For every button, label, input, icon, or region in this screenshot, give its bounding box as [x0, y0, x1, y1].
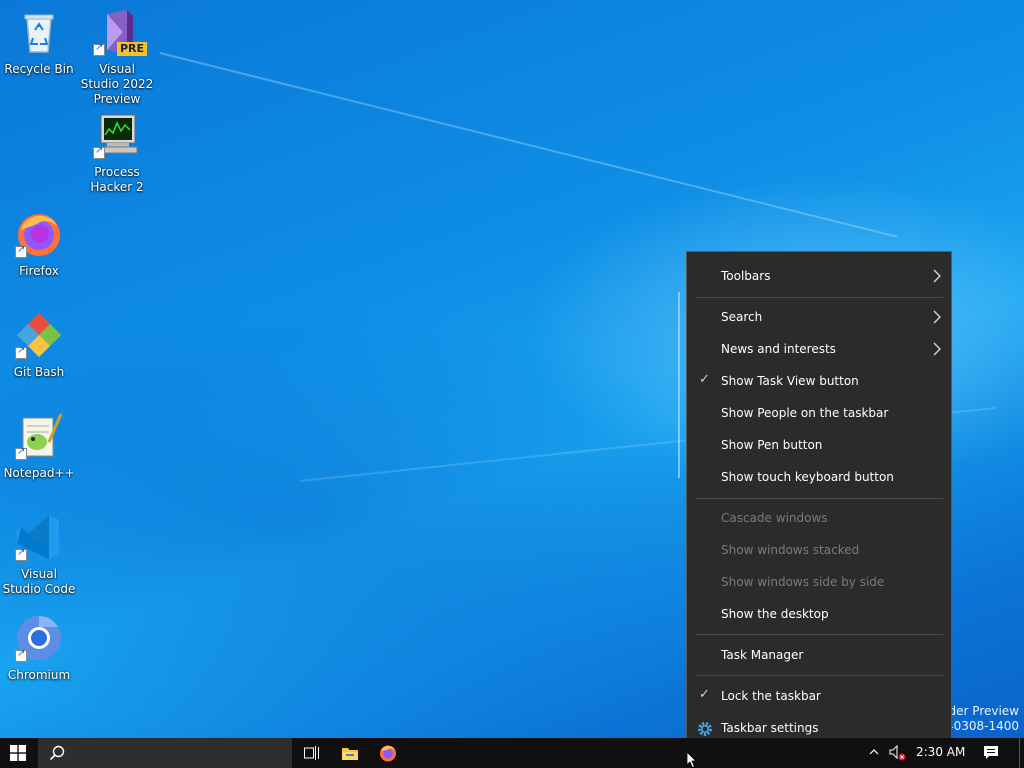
desktop-icon-chromium[interactable]: Chromium	[1, 614, 77, 683]
mouse-cursor-icon	[687, 752, 697, 768]
desktop-icon-label: Chromium	[7, 668, 71, 682]
menu-item-label: Lock the taskbar	[721, 689, 821, 703]
clock[interactable]: 2:30 AM	[916, 745, 965, 759]
menu-item-label: Taskbar settings	[721, 721, 819, 735]
show-hidden-icons-button[interactable]	[864, 738, 884, 768]
menu-item-label: Show the desktop	[721, 607, 829, 621]
firefox-icon	[380, 745, 396, 762]
menu-item-news-and-interests[interactable]: News and interests	[687, 335, 951, 365]
wallpaper-light-beam	[159, 52, 898, 238]
shortcut-arrow-icon	[93, 145, 105, 159]
show-desktop-strip[interactable]	[1019, 738, 1024, 768]
desktop-icon-notepad-plus-plus[interactable]: Notepad++	[1, 412, 77, 481]
menu-item-lock-the-taskbar[interactable]: ✓ Lock the taskbar	[687, 682, 951, 712]
desktop-icon-label: Visual Studio 2022 Preview	[80, 62, 154, 106]
desktop-icon-vscode[interactable]: Visual Studio Code	[1, 513, 77, 597]
firefox-icon	[15, 210, 63, 258]
desktop-icon-label: Recycle Bin	[4, 62, 74, 76]
menu-item-label: News and interests	[721, 342, 836, 356]
desktop-icon-git-bash[interactable]: Git Bash	[1, 311, 77, 380]
firefox-taskbar-button[interactable]	[372, 738, 404, 768]
checkmark-icon: ✓	[699, 687, 710, 702]
menu-item-toolbars[interactable]: Toolbars	[687, 262, 951, 292]
shortcut-arrow-icon	[15, 446, 27, 460]
preview-badge: PRE	[116, 42, 147, 56]
volume-muted-icon	[889, 745, 906, 761]
menu-separator	[695, 297, 943, 298]
menu-item-show-windows-stacked: Show windows stacked	[687, 536, 951, 566]
action-center-button[interactable]	[976, 738, 1006, 768]
volume-button[interactable]	[886, 738, 910, 768]
visual-studio-preview-icon: PRE	[93, 8, 147, 56]
menu-item-label: Show touch keyboard button	[721, 470, 894, 484]
desktop-icon-label: Firefox	[19, 264, 59, 278]
file-explorer-icon	[342, 748, 358, 760]
git-bash-icon	[15, 311, 63, 359]
shortcut-arrow-icon	[93, 42, 105, 56]
desktop-icon-label: Git Bash	[13, 365, 65, 379]
menu-item-show-the-desktop[interactable]: Show the desktop	[687, 600, 951, 630]
menu-item-label: Search	[721, 310, 763, 324]
menu-item-show-pen-button[interactable]: Show Pen button	[687, 431, 951, 461]
menu-item-task-manager[interactable]: Task Manager	[687, 641, 951, 671]
menu-item-show-windows-side-by-side: Show windows side by side	[687, 568, 951, 598]
menu-item-label: Show People on the taskbar	[721, 406, 889, 420]
desktop-icon-recycle-bin[interactable]: Recycle Bin	[1, 8, 77, 77]
desktop-icon-label: Visual Studio Code	[2, 567, 76, 596]
windows-logo-icon	[10, 745, 26, 761]
shortcut-arrow-icon	[15, 547, 27, 561]
desktop-icon-process-hacker[interactable]: Process Hacker 2	[79, 111, 155, 195]
menu-item-show-task-view-button[interactable]: ✓ Show Task View button	[687, 367, 951, 397]
gear-icon	[698, 722, 712, 736]
chromium-icon	[15, 614, 63, 662]
shortcut-arrow-icon	[15, 244, 27, 258]
file-explorer-button[interactable]	[334, 738, 366, 768]
taskbar-context-menu: Toolbars Search News and interests ✓ Sho…	[686, 251, 952, 752]
desktop-icon-firefox[interactable]: Firefox	[1, 210, 77, 279]
menu-item-label: Task Manager	[721, 648, 804, 662]
menu-item-search[interactable]: Search	[687, 303, 951, 333]
menu-item-show-people[interactable]: Show People on the taskbar	[687, 399, 951, 429]
task-view-button[interactable]	[296, 738, 328, 768]
desktop-icon-visual-studio-preview[interactable]: PRE Visual Studio 2022 Preview	[79, 8, 155, 107]
recycle-bin-icon	[15, 8, 63, 56]
menu-item-label: Cascade windows	[721, 511, 828, 525]
submenu-arrow-icon	[933, 342, 941, 356]
shortcut-arrow-icon	[15, 648, 27, 662]
menu-separator	[695, 634, 943, 635]
checkmark-icon: ✓	[699, 372, 710, 387]
menu-item-label: Show windows side by side	[721, 575, 885, 589]
menu-item-label: Show windows stacked	[721, 543, 860, 557]
menu-item-cascade-windows: Cascade windows	[687, 504, 951, 534]
search-icon	[49, 745, 65, 761]
task-view-icon	[304, 746, 319, 760]
action-center-icon	[984, 746, 998, 759]
desktop-icon-label: Notepad++	[3, 466, 75, 480]
chevron-up-icon	[869, 749, 879, 755]
taskbar-search-box[interactable]	[38, 738, 292, 768]
vscode-icon	[15, 513, 63, 561]
desktop-icon-label: Process Hacker 2	[90, 165, 144, 194]
process-hacker-icon	[93, 111, 141, 159]
menu-item-label: Toolbars	[721, 269, 771, 283]
menu-separator	[695, 675, 943, 676]
taskbar[interactable]: 2:30 AM	[0, 738, 1024, 768]
shortcut-arrow-icon	[15, 345, 27, 359]
start-button[interactable]	[0, 738, 36, 768]
notepad-plus-plus-icon	[15, 412, 63, 460]
menu-item-label: Show Pen button	[721, 438, 823, 452]
submenu-arrow-icon	[933, 269, 941, 283]
menu-item-show-touch-keyboard[interactable]: Show touch keyboard button	[687, 463, 951, 493]
submenu-arrow-icon	[933, 310, 941, 324]
menu-separator	[695, 498, 943, 499]
menu-item-label: Show Task View button	[721, 374, 859, 388]
